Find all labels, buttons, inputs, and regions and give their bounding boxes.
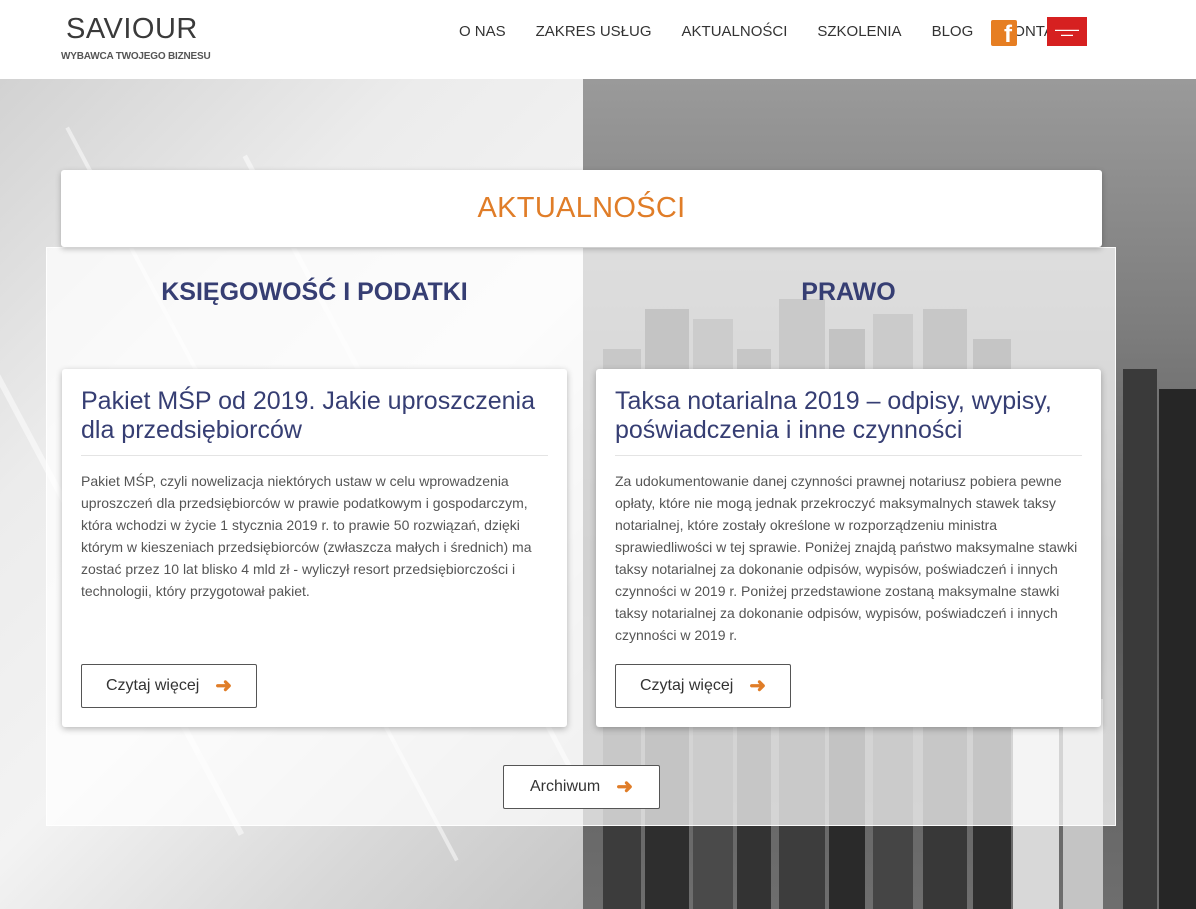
- arrow-right-icon: ➜: [616, 776, 633, 798]
- logo[interactable]: SAVIOUR WYBAWCA TWOJEGO BIZNESU: [61, 13, 211, 62]
- read-more-button-accounting[interactable]: Czytaj więcej ➜: [81, 664, 257, 708]
- nav-item-o-nas[interactable]: O NAS: [444, 22, 521, 42]
- facebook-icon[interactable]: f: [991, 20, 1017, 48]
- category-title-law: PRAWO: [801, 278, 896, 306]
- red-badge-icon[interactable]: ▬▬▬▬▬▬ ▬▬▬: [1047, 17, 1087, 46]
- category-title-accounting: KSIĘGOWOŚĆ I PODATKI: [161, 278, 468, 306]
- nav-item-szkolenia[interactable]: SZKOLENIA: [802, 22, 916, 42]
- read-more-label: Czytaj więcej: [105, 677, 200, 694]
- archive-button[interactable]: Archiwum ➜: [503, 765, 660, 809]
- read-more-button-law[interactable]: Czytaj więcej ➜: [615, 664, 791, 708]
- nav-item-blog[interactable]: BLOG: [917, 22, 989, 42]
- article-excerpt: Za udokumentowanie danej czynności prawn…: [615, 473, 1078, 643]
- article-excerpt: Pakiet MŚP, czyli nowelizacja niektórych…: [81, 473, 532, 599]
- nav-item-zakres-uslug[interactable]: ZAKRES USŁUG: [521, 22, 667, 42]
- logo-title: SAVIOUR: [66, 13, 198, 45]
- page-title-card: AKTUALNOŚCI: [61, 170, 1102, 247]
- arrow-right-icon: ➜: [215, 675, 233, 697]
- archive-label: Archiwum: [530, 778, 601, 795]
- logo-tagline: WYBAWCA TWOJEGO BIZNESU: [61, 51, 211, 62]
- article-card-law: Taksa notarialna 2019 – odpisy, wypisy, …: [596, 369, 1101, 727]
- read-more-label: Czytaj więcej: [639, 677, 734, 694]
- article-title[interactable]: Pakiet MŚP od 2019. Jakie uproszczenia d…: [81, 387, 548, 456]
- nav-item-aktualnosci[interactable]: AKTUALNOŚCI: [667, 22, 803, 42]
- arrow-right-icon: ➜: [749, 675, 767, 697]
- site-header: SAVIOUR WYBAWCA TWOJEGO BIZNESU O NAS ZA…: [0, 0, 1196, 79]
- page-title: AKTUALNOŚCI: [477, 192, 686, 224]
- article-card-accounting: Pakiet MŚP od 2019. Jakie uproszczenia d…: [62, 369, 567, 727]
- article-title[interactable]: Taksa notarialna 2019 – odpisy, wypisy, …: [615, 387, 1082, 456]
